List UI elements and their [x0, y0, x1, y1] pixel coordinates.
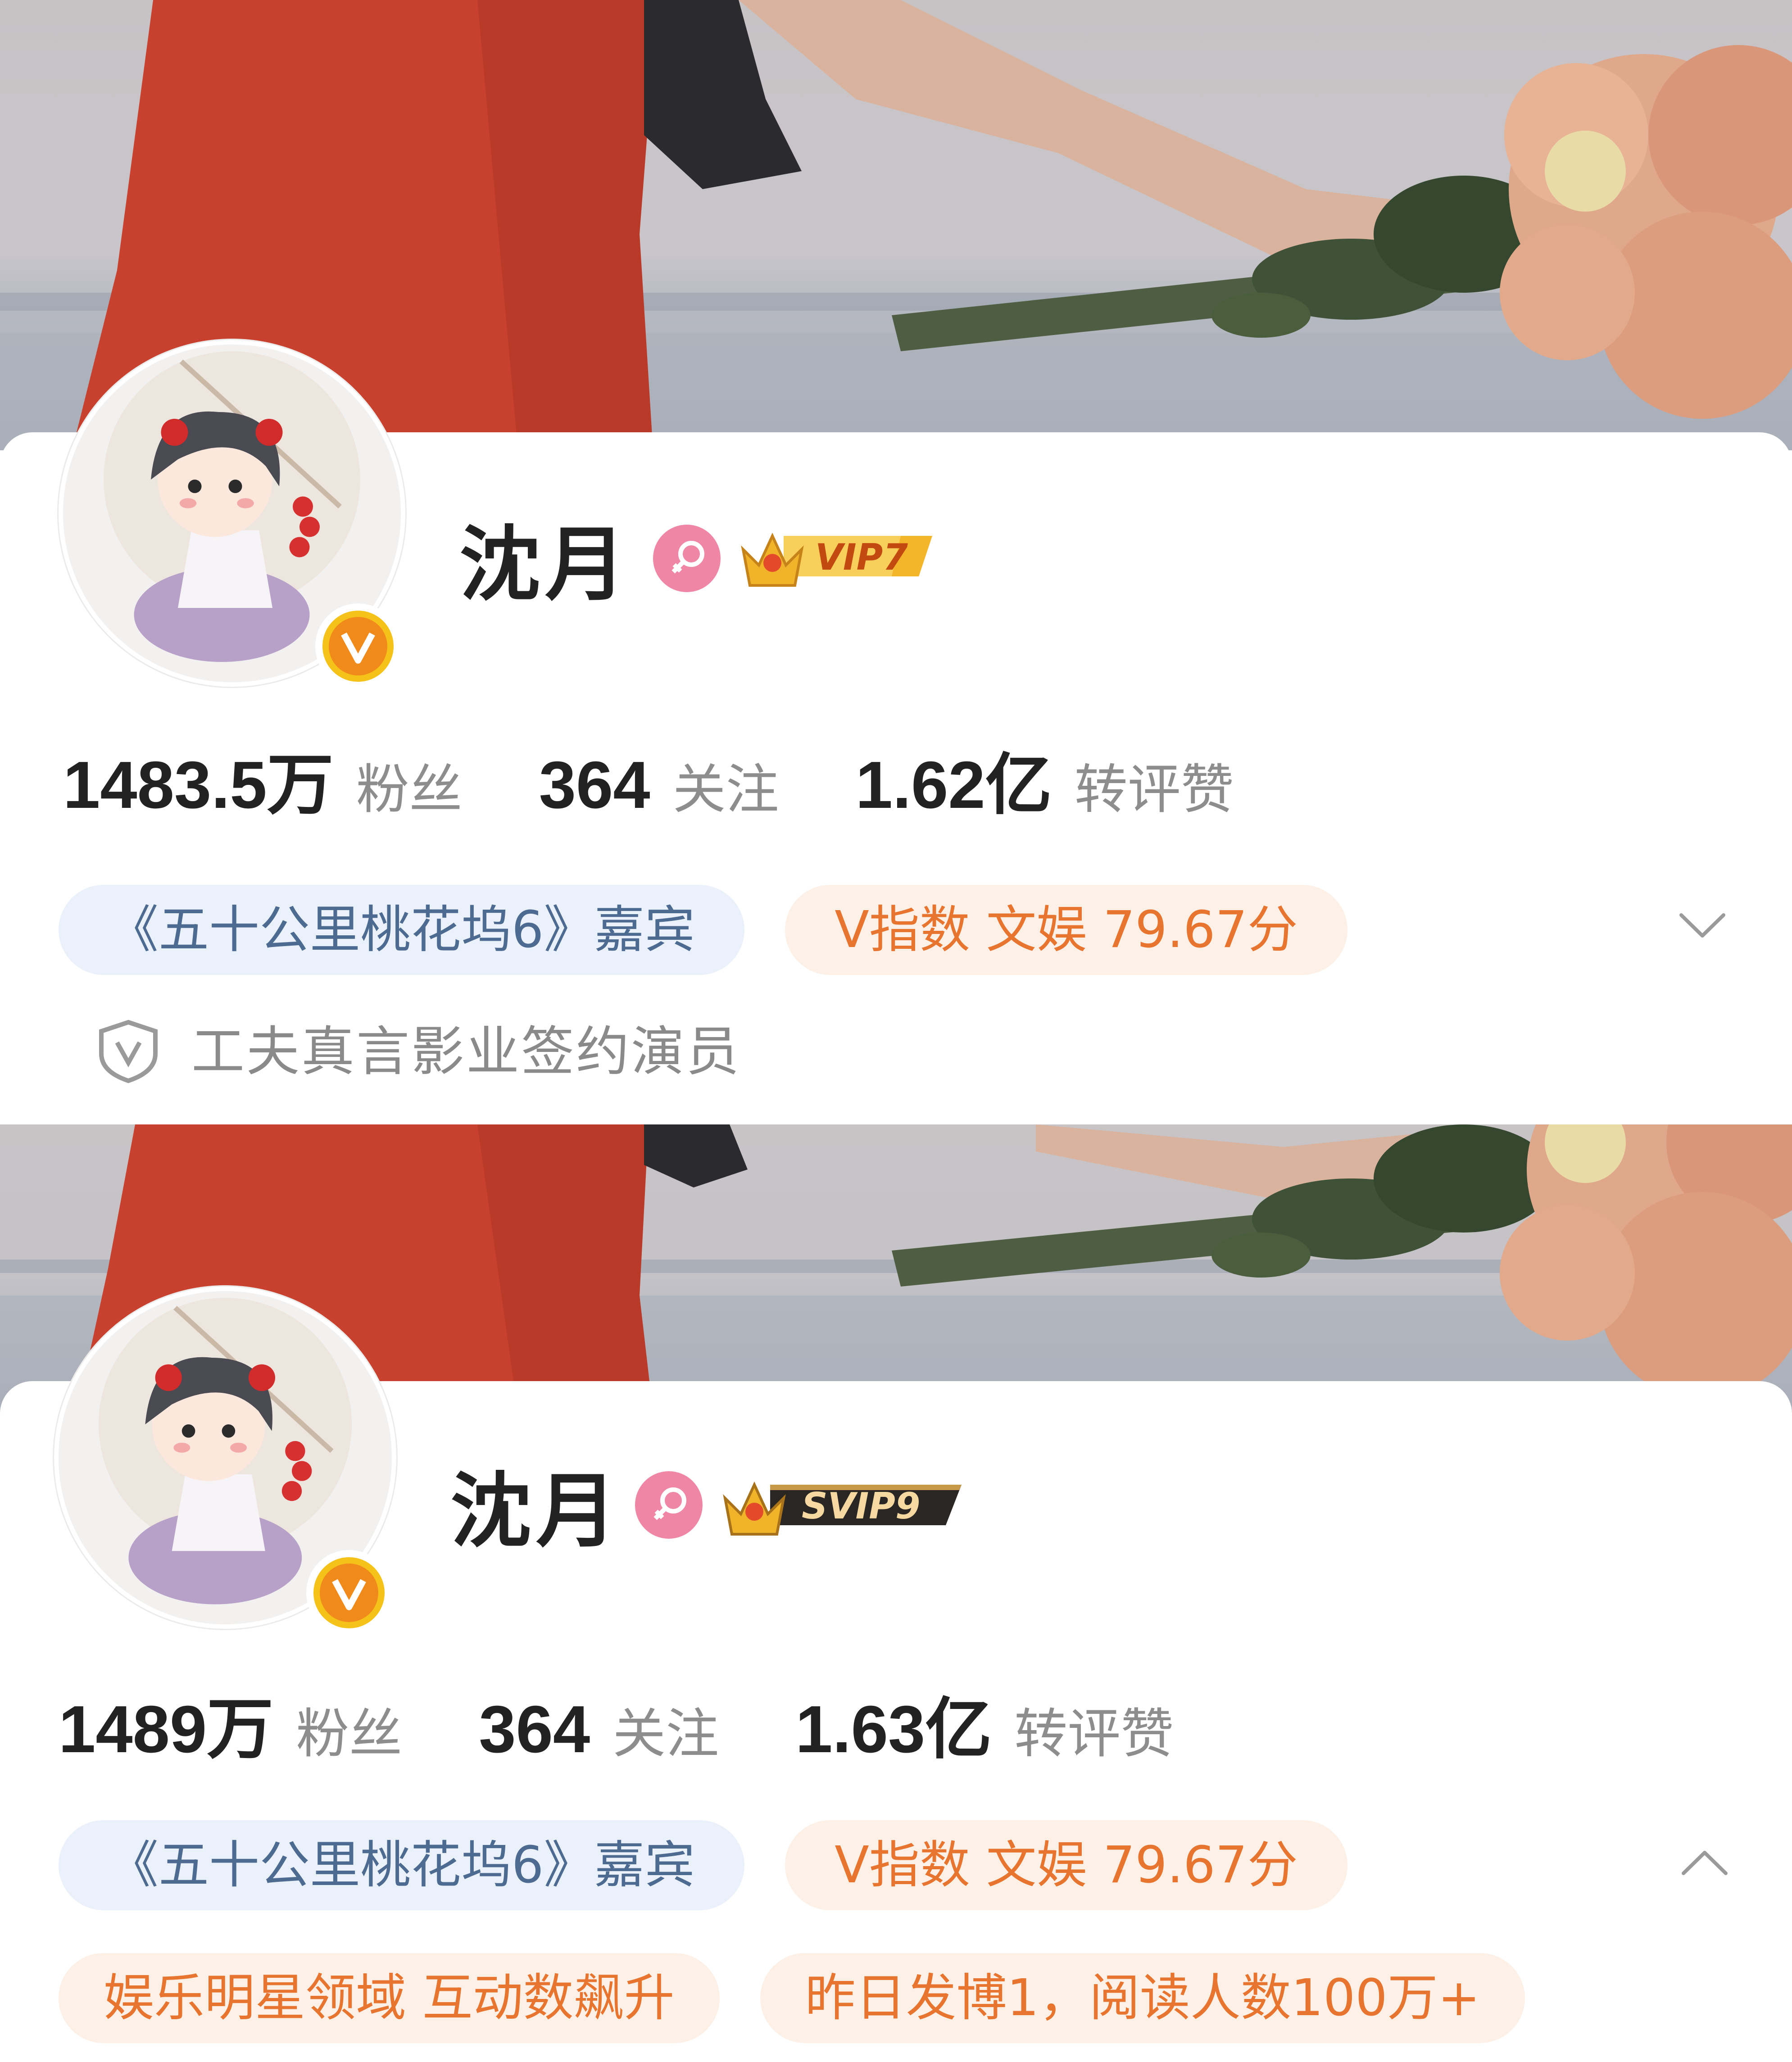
show-guest-tag[interactable]: 《五十公里桃花坞6》嘉宾 [59, 885, 745, 975]
following-count: 364 [479, 1692, 590, 1767]
female-icon [653, 525, 721, 592]
chevron-down-icon[interactable] [1675, 898, 1729, 952]
show-guest-tag[interactable]: 《五十公里桃花坞6》嘉宾 [59, 1820, 745, 1910]
user-name: 沈月 [459, 518, 631, 612]
followers-count: 1483.5万 [63, 748, 334, 822]
daily-reads-tag[interactable]: 昨日发博1，阅读人数100万+ [760, 1953, 1525, 2043]
tag-row-extra: 娱乐明星领域 互动数飙升 昨日发博1，阅读人数100万+ [59, 1953, 1565, 2043]
followers-count: 1489万 [59, 1692, 274, 1767]
verification-info: 工夫真言影业签约演员 [97, 1018, 741, 1085]
followers-stat[interactable]: 1489万 粉丝 [59, 1696, 402, 1763]
v-index-tag[interactable]: V指数 文娱 79.67分 [785, 1820, 1347, 1910]
verified-v-icon [315, 603, 401, 689]
vip-badge[interactable]: VIP7 [739, 518, 937, 594]
engagement-count: 1.62亿 [855, 748, 1052, 822]
engagement-count: 1.63亿 [795, 1692, 992, 1767]
following-label: 关注 [672, 758, 779, 820]
followers-stat[interactable]: 1483.5万 粉丝 [63, 752, 463, 819]
engagement-stat[interactable]: 1.62亿 转评赞 [856, 752, 1234, 819]
verified-v-icon [306, 1550, 392, 1636]
user-name: 沈月 [450, 1464, 622, 1559]
stats-bar: 1483.5万 粉丝 364 关注 1.62亿 转评赞 [63, 752, 1311, 819]
profile-header-after: 沈月 SVIP9 1489万 粉丝 364 关注 1.63亿 转评赞 《五十公里… [0, 1124, 1792, 2062]
following-label: 关注 [612, 1703, 719, 1765]
vip-level: SVIP9 [802, 1485, 921, 1527]
tag-row: 《五十公里桃花坞6》嘉宾 V指数 文娱 79.67分 [59, 885, 1388, 975]
vip-level: VIP7 [815, 536, 908, 578]
engagement-label: 转评赞 [1074, 758, 1234, 820]
verification-text: 工夫真言影业签约演员 [191, 1020, 741, 1083]
chevron-up-icon[interactable] [1678, 1836, 1732, 1890]
followers-label: 粉丝 [356, 758, 463, 820]
shield-v-icon [99, 1020, 158, 1083]
stats-bar: 1489万 粉丝 364 关注 1.63亿 转评赞 [59, 1696, 1250, 1763]
svip-badge[interactable]: SVIP9 [721, 1467, 964, 1543]
following-stat[interactable]: 364 关注 [539, 752, 779, 819]
engagement-stat[interactable]: 1.63亿 转评赞 [795, 1696, 1174, 1763]
v-index-tag[interactable]: V指数 文娱 79.67分 [785, 885, 1347, 975]
following-stat[interactable]: 364 关注 [479, 1696, 719, 1763]
female-icon [635, 1471, 703, 1539]
interaction-surge-tag[interactable]: 娱乐明星领域 互动数飙升 [59, 1953, 720, 2043]
followers-label: 粉丝 [296, 1703, 403, 1765]
tag-row: 《五十公里桃花坞6》嘉宾 V指数 文娱 79.67分 [59, 1820, 1388, 1910]
engagement-label: 转评赞 [1014, 1703, 1174, 1765]
following-count: 364 [539, 748, 650, 822]
profile-header-before: 沈月 VIP7 1483.5万 粉丝 364 关注 1.62亿 转评赞 《五十公… [0, 0, 1792, 1124]
